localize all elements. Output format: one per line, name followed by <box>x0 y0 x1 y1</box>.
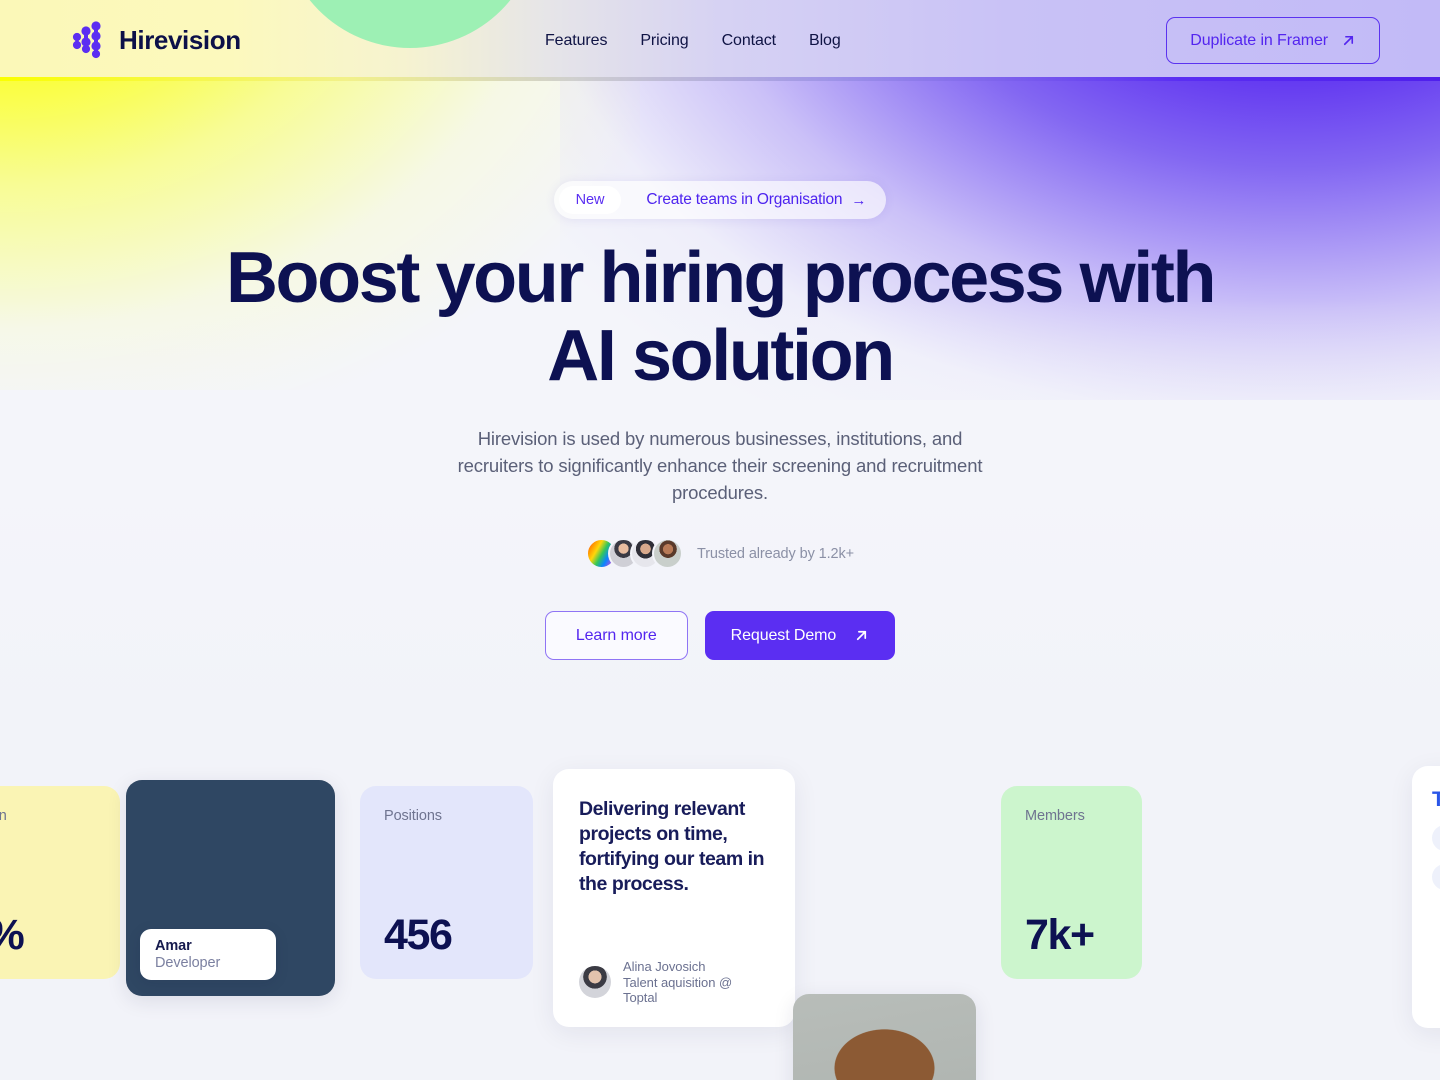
duplicate-in-framer-label: Duplicate in Framer <box>1190 31 1328 49</box>
ingrid-photo <box>793 994 976 1080</box>
nav-link-pricing[interactable]: Pricing <box>640 32 688 50</box>
amar-name-tag: Amar Developer <box>140 929 277 980</box>
arrow-up-right-icon <box>857 630 867 641</box>
edge-card-chip-one <box>1432 825 1440 851</box>
trust-indicator: Trusted already by 1.2k+ <box>585 538 855 569</box>
testimonial-quote: Delivering relevant projects on time, fo… <box>579 798 765 895</box>
cta-row: Learn more Request Demo <box>544 611 896 660</box>
navbar: Hirevision Features Pricing Contact Blog… <box>0 0 1440 81</box>
ingrid-profile-card[interactable]: Ingrid Marketing <box>793 994 976 1080</box>
testimonial-author-avatar <box>579 966 611 998</box>
request-demo-button[interactable]: Request Demo <box>704 611 896 660</box>
page-root: Hirevision Features Pricing Contact Blog… <box>0 0 1440 1080</box>
card-carousel[interactable]: ...etion 2% Amar Developer Positions 456… <box>0 738 1440 1080</box>
positions-stat-label: Positions <box>384 808 442 824</box>
nav-link-contact[interactable]: Contact <box>722 32 777 50</box>
completion-stat-value: 2% <box>0 914 96 957</box>
members-stat-label: Members <box>1025 808 1085 824</box>
brand-name: Hirevision <box>119 25 241 55</box>
completion-stat-card[interactable]: ...etion 2% <box>0 786 120 979</box>
amar-role: Developer <box>155 955 221 971</box>
edge-card-chip-two <box>1432 864 1440 890</box>
hero-subtitle: Hirevision is used by numerous businesse… <box>457 428 983 503</box>
duplicate-in-framer-button[interactable]: Duplicate in Framer <box>1166 17 1380 64</box>
completion-stat-label: ...etion <box>0 808 7 824</box>
avatar-group <box>585 538 683 569</box>
edge-partial-card[interactable]: Te <box>1412 766 1440 1028</box>
page-title: Boost your hiring process with AI soluti… <box>225 238 1217 396</box>
avatar <box>651 538 683 569</box>
edge-card-title: Te <box>1432 788 1440 811</box>
nav-links: Features Pricing Contact Blog <box>545 32 841 50</box>
arrow-up-right-icon <box>1343 35 1354 46</box>
nav-link-features[interactable]: Features <box>545 32 607 50</box>
positions-stat-value: 456 <box>384 911 453 959</box>
nav-link-blog[interactable]: Blog <box>809 32 841 50</box>
badge-new-chip: New <box>558 186 622 214</box>
trust-text: Trusted already by 1.2k+ <box>696 545 855 562</box>
request-demo-label: Request Demo <box>730 626 837 644</box>
positions-stat-card[interactable]: Positions 456 <box>360 786 533 979</box>
announcement-badge[interactable]: New Create teams in Organisation → <box>553 181 887 219</box>
learn-more-button[interactable]: Learn more <box>544 611 688 660</box>
learn-more-label: Learn more <box>575 626 657 644</box>
amar-name: Amar <box>155 938 192 954</box>
testimonial-author: Alina Jovosich Talent aquisition @ Topta… <box>579 959 769 1005</box>
hero-section: New Create teams in Organisation → Boost… <box>0 81 1440 660</box>
testimonial-author-name: Alina Jovosich <box>623 959 706 974</box>
amar-profile-card[interactable]: Amar Developer <box>126 780 335 996</box>
members-stat-card[interactable]: Members 7k+ <box>1001 786 1142 979</box>
badge-text: Create teams in Organisation <box>646 191 843 208</box>
hirevision-beads-logo-icon <box>72 20 101 58</box>
testimonial-card[interactable]: Delivering relevant projects on time, fo… <box>553 769 795 1027</box>
arrow-right-icon: → <box>851 191 867 209</box>
members-stat-value: 7k+ <box>1025 911 1095 959</box>
testimonial-author-role: Talent aquisition @ Toptal <box>623 975 733 1005</box>
brand-logo[interactable]: Hirevision <box>72 20 241 61</box>
